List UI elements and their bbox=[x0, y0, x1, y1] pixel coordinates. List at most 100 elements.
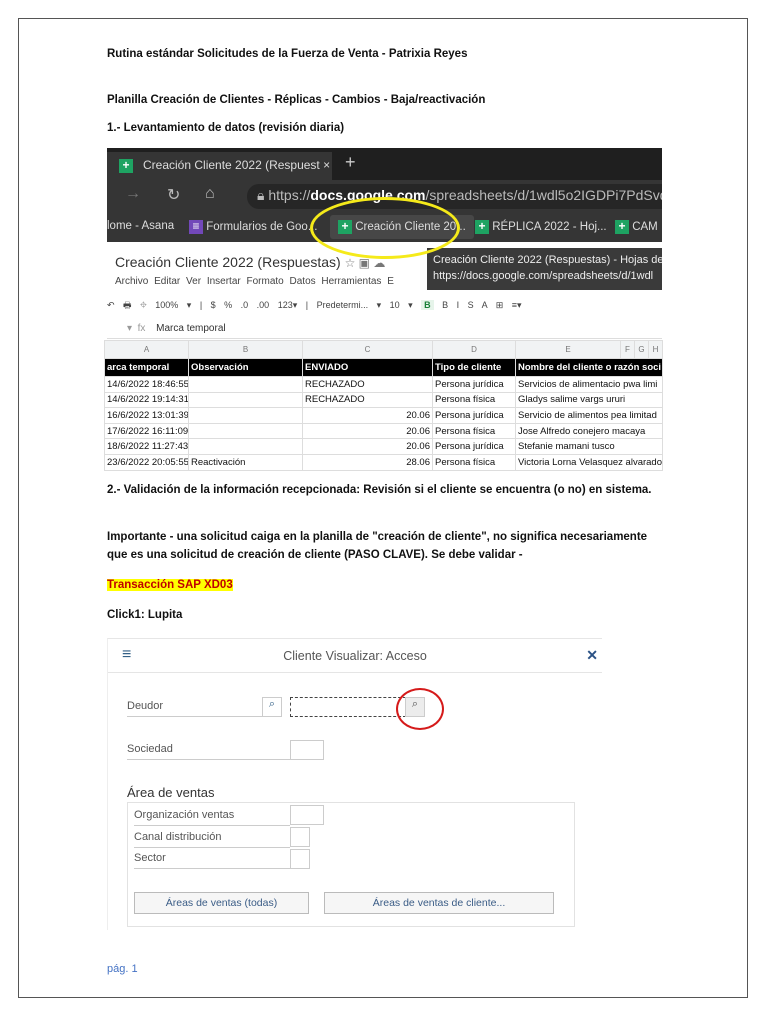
table-cell[interactable]: 28.06 bbox=[302, 453, 433, 471]
table-cell[interactable]: Servicios de alimentacio pwa limi bbox=[515, 376, 663, 393]
col-header[interactable]: H bbox=[648, 340, 663, 359]
sheet-title: Creación Cliente 2022 (Respuestas) ☆ ▣ ☁ bbox=[115, 254, 386, 270]
important-note: Importante - una solicitud caiga en la p… bbox=[107, 531, 648, 561]
table-cell[interactable]: 23/6/2022 20:05:55 bbox=[104, 453, 189, 471]
yellow-highlight-circle bbox=[310, 197, 460, 259]
tooltip: Creación Cliente 2022 (Respuestas) - Hoj… bbox=[427, 248, 662, 290]
formula-bar[interactable]: ▾ fx Marca temporal bbox=[107, 323, 662, 339]
url-prefix: https:// bbox=[268, 187, 311, 203]
table-cell[interactable]: Stefanie mamani tusco bbox=[515, 438, 663, 455]
table-cell[interactable]: 14/6/2022 19:14:31 bbox=[104, 391, 189, 409]
header-cell[interactable]: Observación bbox=[188, 358, 303, 377]
close-icon[interactable]: ✕ bbox=[586, 647, 598, 664]
table-cell[interactable]: Reactivación bbox=[188, 453, 303, 471]
col-header[interactable]: C bbox=[302, 340, 433, 359]
deudor-label: Deudor bbox=[127, 697, 262, 717]
transaction-label: Transacción SAP XD03 bbox=[107, 579, 233, 591]
table-cell[interactable]: 18/6/2022 11:27:43 bbox=[104, 438, 189, 455]
sheets-icon: + bbox=[119, 159, 133, 173]
col-header[interactable]: D bbox=[432, 340, 516, 359]
sheet-toolbar[interactable]: ↶ 🖶 ⌖ 100% ▾ | $ % .0 .00 123▾ | Predete… bbox=[107, 298, 662, 314]
bookmark-cam[interactable]: + CAM bbox=[615, 220, 658, 234]
header-cell[interactable]: Tipo de cliente bbox=[432, 358, 516, 377]
table-row: 16/6/2022 13:01:39 20.06 Persona jurídica S… bbox=[104, 407, 663, 424]
sector-input[interactable] bbox=[290, 849, 310, 869]
table-cell[interactable]: Gladys salime vargs ururi bbox=[515, 391, 663, 409]
col-header[interactable]: A bbox=[104, 340, 189, 359]
table-cell[interactable]: Persona jurídica bbox=[432, 407, 516, 424]
step2-heading: 2.- Validación de la información recepci… bbox=[107, 484, 652, 496]
areas-cliente-button[interactable]: Áreas de ventas de cliente... bbox=[324, 892, 554, 914]
header-cell[interactable]: Nombre del cliente o razón soci bbox=[515, 358, 663, 377]
table-cell[interactable]: Persona física bbox=[432, 422, 516, 440]
col-header[interactable]: F bbox=[620, 340, 635, 359]
table-cell[interactable]: RECHAZADO bbox=[302, 391, 433, 409]
table-cell[interactable]: 20.06 bbox=[302, 422, 433, 440]
sociedad-label: Sociedad bbox=[127, 740, 290, 760]
header-cell[interactable]: arca temporal bbox=[104, 358, 189, 377]
forward-icon[interactable]: → bbox=[125, 185, 141, 203]
table-cell[interactable]: Victoria Lorna Velasquez alvarado bbox=[515, 453, 663, 471]
table-cell[interactable]: Persona física bbox=[432, 453, 516, 471]
canal-label: Canal distribución bbox=[134, 828, 290, 848]
col-header[interactable]: B bbox=[188, 340, 303, 359]
tab-title: Creación Cliente 2022 (Respuest bbox=[143, 158, 320, 172]
org-ventas-label: Organización ventas bbox=[134, 806, 290, 826]
table-cell[interactable] bbox=[188, 422, 303, 440]
table-cell[interactable]: Jose Alfredo conejero macaya bbox=[515, 422, 663, 440]
table-cell[interactable]: 17/6/2022 16:11:09 bbox=[104, 422, 189, 440]
red-highlight-circle bbox=[396, 688, 444, 730]
page-number: pág. 1 bbox=[107, 963, 138, 975]
bookmark-replica[interactable]: + RÉPLICA 2022 - Hoj... bbox=[475, 220, 607, 234]
table-cell[interactable] bbox=[188, 438, 303, 455]
col-header[interactable]: E bbox=[515, 340, 621, 359]
table-cell[interactable]: Persona jurídica bbox=[432, 438, 516, 455]
table-cell[interactable] bbox=[188, 376, 303, 393]
table-cell[interactable]: Servicio de alimentos pea limitad bbox=[515, 407, 663, 424]
bookmark-asana[interactable]: lome - Asana bbox=[107, 220, 174, 232]
browser-tab[interactable]: + Creación Cliente 2022 (Respuest × bbox=[107, 152, 332, 180]
fx-icon: ▾ fx bbox=[127, 323, 146, 334]
step1-heading: 1.- Levantamiento de datos (revisión dia… bbox=[107, 122, 345, 134]
table-cell[interactable]: Persona física bbox=[432, 391, 516, 409]
sector-label: Sector bbox=[134, 849, 290, 869]
formula-value[interactable]: Marca temporal bbox=[156, 323, 225, 334]
table-cell[interactable]: Persona jurídica bbox=[432, 376, 516, 393]
table-row: 14/6/2022 19:14:31 RECHAZADO Persona físic… bbox=[104, 391, 663, 409]
table-row: 17/6/2022 16:11:09 20.06 Persona física Jos… bbox=[104, 422, 663, 440]
close-icon[interactable]: × bbox=[323, 158, 330, 172]
table-cell[interactable]: RECHAZADO bbox=[302, 376, 433, 393]
table-row: 23/6/2022 20:05:55 Reactivación 28.06 Perso… bbox=[104, 453, 663, 471]
areas-todas-button[interactable]: Áreas de ventas (todas) bbox=[134, 892, 309, 914]
sap-dialog: ≡ Cliente Visualizar: Acceso ✕ Deudor ⌕ … bbox=[107, 638, 602, 930]
search-icon[interactable]: ⌕ bbox=[262, 697, 282, 717]
table-cell[interactable]: 20.06 bbox=[302, 407, 433, 424]
format-buttons[interactable]: B I S A bbox=[442, 300, 487, 310]
table-row: 14/6/2022 18:46:55 RECHAZADO Persona juríd… bbox=[104, 376, 663, 393]
new-tab-icon[interactable]: + bbox=[345, 152, 356, 173]
click1-label: Click1: Lupita bbox=[107, 609, 183, 621]
table-cell[interactable]: 20.06 bbox=[302, 438, 433, 455]
table-cell[interactable] bbox=[188, 391, 303, 409]
table-cell[interactable] bbox=[188, 407, 303, 424]
url-bar[interactable]: 🔒︎ https://docs.google.com/spreadsheets/… bbox=[247, 184, 662, 209]
header-cell[interactable]: ENVIADO bbox=[302, 358, 433, 377]
col-header[interactable]: G bbox=[634, 340, 649, 359]
dialog-title: Cliente Visualizar: Acceso bbox=[283, 649, 427, 663]
canal-input[interactable] bbox=[290, 827, 310, 847]
table-cell[interactable]: 14/6/2022 18:46:55 bbox=[104, 376, 189, 393]
spreadsheet-table: ABCDEFGH arca temporal Observación ENVIADO… bbox=[104, 340, 663, 471]
sociedad-input[interactable] bbox=[290, 740, 324, 760]
section-title: Planilla Creación de Clientes - Réplicas… bbox=[107, 94, 486, 106]
table-cell[interactable]: 16/6/2022 13:01:39 bbox=[104, 407, 189, 424]
org-ventas-input[interactable] bbox=[290, 805, 324, 825]
lock-icon: 🔒︎ bbox=[257, 187, 269, 203]
bold-button[interactable]: B bbox=[421, 300, 434, 310]
reload-icon[interactable]: ↻ bbox=[167, 185, 180, 205]
home-icon[interactable]: ⌂ bbox=[205, 185, 215, 203]
area-ventas-title: Área de ventas bbox=[127, 785, 215, 800]
sheet-menu[interactable]: Archivo Editar Ver Insertar Formato Dato… bbox=[115, 276, 394, 287]
deudor-input[interactable] bbox=[290, 697, 406, 717]
bookmark-forms[interactable]: ≡ Formularios de Goo... bbox=[189, 220, 317, 234]
table-row: 18/6/2022 11:27:43 20.06 Persona jurídica S… bbox=[104, 438, 663, 455]
